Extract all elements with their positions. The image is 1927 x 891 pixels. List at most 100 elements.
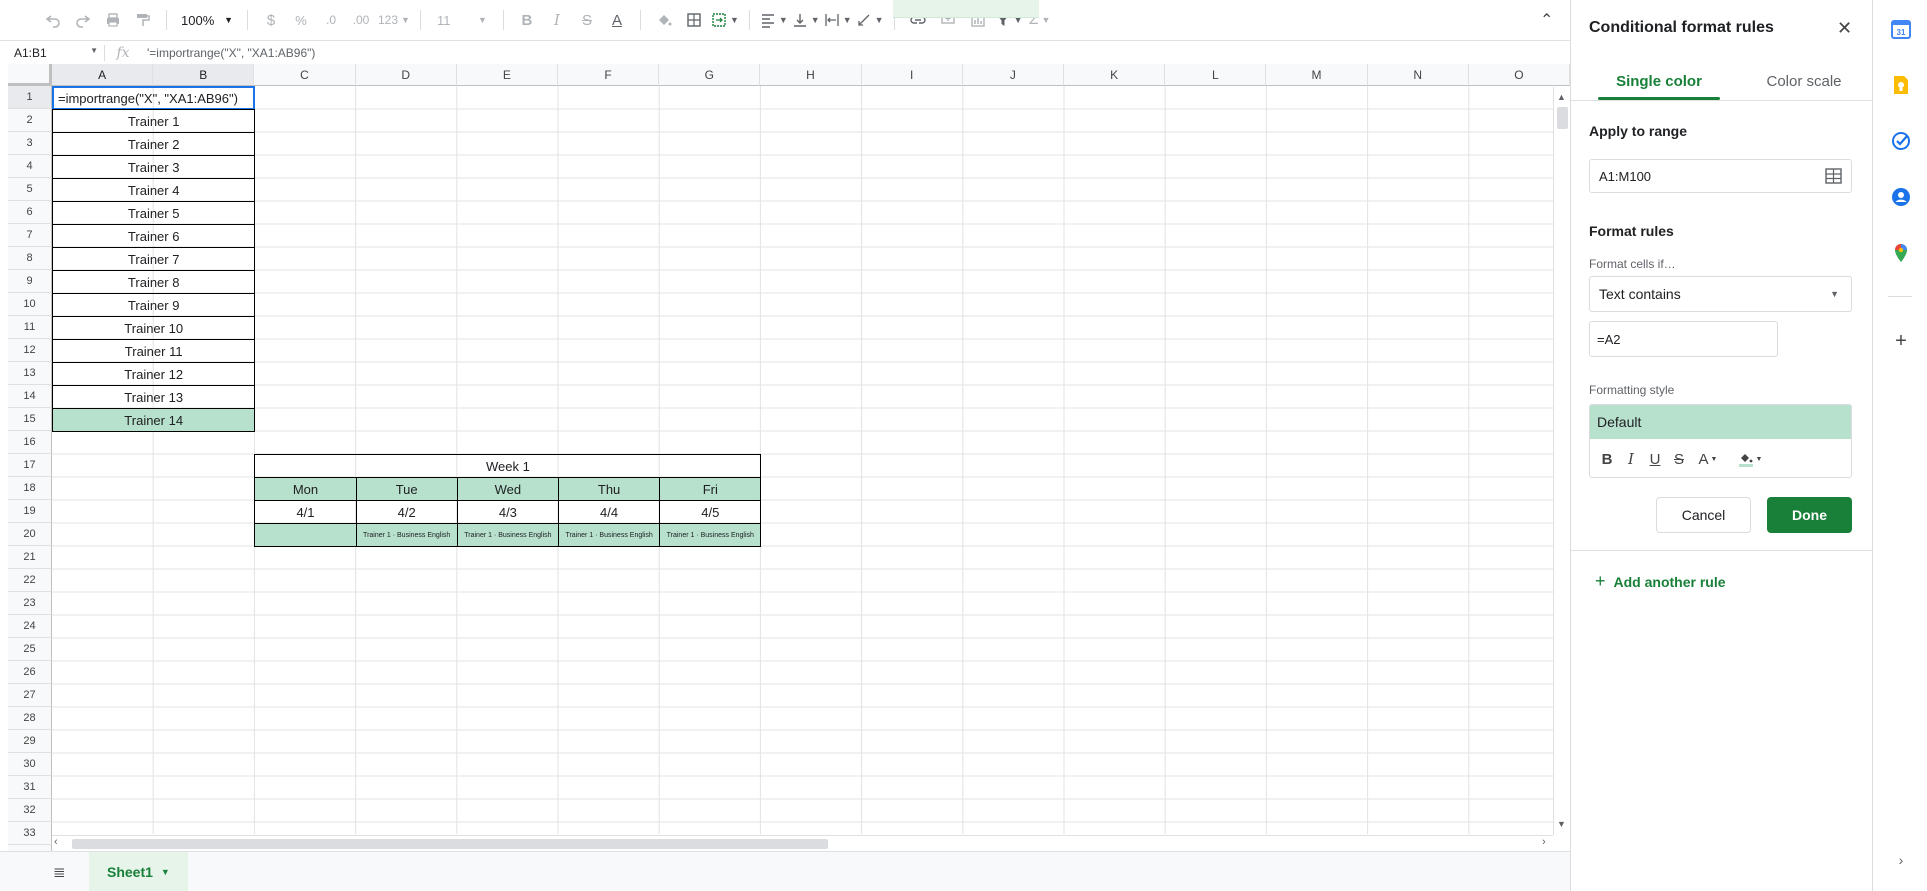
column-header-m[interactable]: M [1266, 64, 1368, 86]
column-header-i[interactable]: I [861, 64, 963, 86]
scroll-left-icon[interactable]: ‹ [54, 836, 58, 848]
trainer-cell[interactable]: Trainer 13 [52, 385, 256, 409]
trainer-cell[interactable]: Trainer 3 [52, 155, 256, 179]
decrease-decimal-button[interactable]: .0 [318, 6, 344, 34]
row-header-8[interactable]: 8 [8, 247, 52, 270]
day-header-cell[interactable]: Thu [558, 477, 661, 501]
text-color-icon[interactable]: A [604, 6, 630, 34]
italic-icon[interactable]: I [544, 6, 570, 34]
merge-cells-icon[interactable]: ▼ [711, 6, 739, 34]
underline-icon[interactable]: U [1644, 447, 1666, 471]
column-header-j[interactable]: J [962, 64, 1064, 86]
select-range-icon[interactable] [1825, 168, 1842, 187]
vertical-scrollbar[interactable]: ▲ ▼ [1553, 87, 1570, 835]
date-cell[interactable]: 4/3 [456, 500, 559, 524]
row-header-15[interactable]: 15 [8, 408, 52, 431]
add-ons-plus-icon[interactable]: + [1890, 330, 1912, 353]
schedule-cell[interactable]: Trainer 1 · Business English [456, 523, 559, 547]
font-size-select[interactable]: 11 ▼ [431, 6, 493, 34]
condition-select[interactable]: Text contains ▼ [1589, 276, 1852, 312]
trainer-cell[interactable]: Trainer 8 [52, 270, 256, 294]
contacts-icon[interactable] [1890, 186, 1912, 208]
keep-icon[interactable] [1890, 74, 1912, 96]
row-header-33[interactable]: 33 [8, 822, 52, 845]
row-header-27[interactable]: 27 [8, 684, 52, 707]
row-header-1[interactable]: 1 [8, 86, 52, 109]
row-header-21[interactable]: 21 [8, 546, 52, 569]
sheet-tab-sheet1[interactable]: Sheet1 ▼ [89, 851, 188, 891]
scroll-down-icon[interactable]: ▼ [1557, 819, 1566, 829]
row-header-7[interactable]: 7 [8, 224, 52, 247]
column-header-o[interactable]: O [1468, 64, 1570, 86]
bold-icon[interactable]: B [514, 6, 540, 34]
formula-input[interactable]: '=importrange("X", "XA1:AB96") [141, 46, 315, 60]
day-header-cell[interactable]: Tue [355, 477, 458, 501]
vertical-align-icon[interactable]: ▼ [792, 6, 820, 34]
day-header-cell[interactable]: Wed [456, 477, 559, 501]
redo-icon[interactable] [70, 6, 96, 34]
horizontal-align-icon[interactable]: ▼ [760, 6, 788, 34]
cancel-button[interactable]: Cancel [1656, 497, 1751, 533]
row-header-2[interactable]: 2 [8, 109, 52, 132]
column-header-l[interactable]: L [1165, 64, 1267, 86]
row-header-14[interactable]: 14 [8, 385, 52, 408]
row-header-31[interactable]: 31 [8, 776, 52, 799]
vertical-scroll-thumb[interactable] [1557, 107, 1568, 129]
zoom-select[interactable]: 100% ▼ [177, 6, 237, 34]
select-all-corner[interactable] [8, 64, 52, 86]
column-header-h[interactable]: H [760, 64, 862, 86]
column-header-f[interactable]: F [558, 64, 660, 86]
tab-color-scale[interactable]: Color scale [1749, 73, 1859, 90]
style-preview[interactable]: Default [1590, 405, 1851, 439]
undo-icon[interactable] [40, 6, 66, 34]
strikethrough-icon[interactable]: S [574, 6, 600, 34]
row-header-6[interactable]: 6 [8, 201, 52, 224]
column-header-a[interactable]: A [52, 64, 154, 86]
text-color-icon[interactable]: A ▼ [1692, 447, 1724, 471]
schedule-cell[interactable] [254, 523, 357, 547]
row-header-26[interactable]: 26 [8, 661, 52, 684]
number-format-select[interactable]: 123 ▼ [378, 6, 410, 34]
fill-color-icon[interactable]: ▼ [1732, 447, 1768, 471]
date-cell[interactable]: 4/4 [558, 500, 661, 524]
increase-decimal-button[interactable]: .00 [348, 6, 374, 34]
trainer-cell[interactable]: Trainer 10 [52, 316, 256, 340]
column-header-g[interactable]: G [659, 64, 761, 86]
schedule-cell[interactable]: Trainer 1 · Business English [355, 523, 458, 547]
maps-icon[interactable] [1890, 242, 1912, 264]
trainer-cell[interactable]: Trainer 7 [52, 247, 256, 271]
bold-icon[interactable]: B [1596, 447, 1618, 471]
trainer-cell[interactable]: Trainer 1 [52, 109, 256, 133]
schedule-cell[interactable]: Trainer 1 · Business English [659, 523, 762, 547]
all-sheets-icon[interactable]: ≣ [53, 863, 77, 881]
trainer-cell[interactable]: Trainer 5 [52, 201, 256, 225]
row-header-4[interactable]: 4 [8, 155, 52, 178]
row-header-30[interactable]: 30 [8, 753, 52, 776]
print-icon[interactable] [100, 6, 126, 34]
trainer-cell[interactable]: Trainer 12 [52, 362, 256, 386]
fill-color-icon[interactable] [651, 6, 677, 34]
row-header-25[interactable]: 25 [8, 638, 52, 661]
trainer-cell[interactable]: Trainer 9 [52, 293, 256, 317]
date-cell[interactable]: 4/2 [355, 500, 458, 524]
row-header-10[interactable]: 10 [8, 293, 52, 316]
scroll-right-icon[interactable]: › [1542, 836, 1546, 848]
name-box[interactable]: A1:B1 ▼ [0, 46, 104, 60]
schedule-cell[interactable]: Trainer 1 · Business English [558, 523, 661, 547]
tab-single-color[interactable]: Single color [1598, 73, 1720, 90]
done-button[interactable]: Done [1767, 497, 1852, 533]
currency-format-button[interactable]: $ [258, 6, 284, 34]
expand-rail-icon[interactable]: › [1890, 852, 1912, 868]
chevron-down-icon[interactable]: ▼ [161, 867, 170, 877]
trainer-cell[interactable]: Trainer 11 [52, 339, 256, 363]
row-header-18[interactable]: 18 [8, 477, 52, 500]
row-header-20[interactable]: 20 [8, 523, 52, 546]
week-title-cell[interactable]: Week 1 [254, 454, 762, 478]
row-header-13[interactable]: 13 [8, 362, 52, 385]
row-header-9[interactable]: 9 [8, 270, 52, 293]
italic-icon[interactable]: I [1620, 447, 1642, 471]
column-header-b[interactable]: B [153, 64, 255, 86]
paint-format-icon[interactable] [130, 6, 156, 34]
row-header-29[interactable]: 29 [8, 730, 52, 753]
range-input[interactable]: A1:M100 [1589, 159, 1852, 193]
